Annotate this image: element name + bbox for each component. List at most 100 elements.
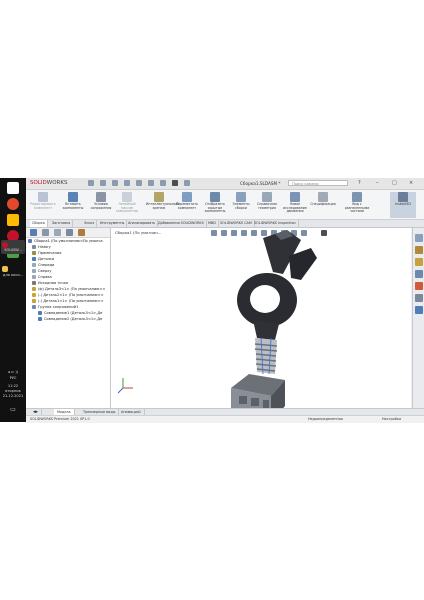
print-icon[interactable] <box>136 180 142 186</box>
screw-part[interactable] <box>254 337 278 375</box>
status-bar: SOLIDWORKS Premium 2021 SP1.0 Недоопреде… <box>26 415 424 423</box>
tab-assembly[interactable]: Сборка <box>30 220 48 227</box>
rebuild-icon[interactable] <box>172 180 178 186</box>
search-commands-input[interactable]: Поиск команд <box>288 180 348 186</box>
tree-item-right-plane[interactable]: Справа <box>32 275 52 280</box>
edit-component-button[interactable]: Редактировать компонент <box>30 192 56 218</box>
forum-icon[interactable] <box>415 306 423 314</box>
browser-icon[interactable] <box>7 198 19 210</box>
tab-inspection[interactable]: SOLIDWORKS Inspection <box>252 220 299 227</box>
assembly-icon <box>28 239 32 243</box>
tab-evaluate[interactable]: Анализировать <box>126 220 159 227</box>
exploded-view-icon <box>352 192 362 202</box>
tree-item-part3[interactable]: (ф) Деталь3<1> (По умолчанию<< <box>32 287 105 292</box>
configuration-tab-icon[interactable] <box>54 229 61 236</box>
graphics-viewport[interactable]: Сборка1 (По умолчан... <box>111 228 411 408</box>
command-tabs: Сборка Заготовка Эскиз Инструменты Анали… <box>26 220 424 228</box>
tab-cam[interactable]: SOLIDWORKS CAM <box>218 220 255 227</box>
design-library-icon[interactable] <box>415 246 423 254</box>
assembly-features-button[interactable]: Элементы сборки <box>228 192 254 218</box>
coincident-mate-icon <box>38 317 42 321</box>
tree-item-part2[interactable]: (-) Деталь2<1> (По умолчанию<< <box>32 293 104 298</box>
minimize-button[interactable]: – <box>376 180 379 186</box>
undo-icon[interactable] <box>148 180 154 186</box>
fastener-icon <box>154 192 164 202</box>
solidworks-resources-icon[interactable] <box>415 234 423 242</box>
exploded-view-button[interactable]: Вид с разнесенными частями <box>340 192 374 218</box>
mate-button[interactable]: Условия сопряжения <box>88 192 114 218</box>
feature-manager-tabs <box>26 228 110 238</box>
tree-item-annotations[interactable]: Примечания <box>32 251 61 256</box>
tab-layout[interactable]: Заготовка <box>50 220 74 227</box>
bill-of-materials-button[interactable]: Спецификация <box>310 192 336 218</box>
tree-item-front-plane[interactable]: Спереди <box>32 263 54 268</box>
save-icon[interactable] <box>124 180 130 186</box>
folder-icon <box>2 266 8 272</box>
custom-properties-icon[interactable] <box>415 294 423 302</box>
linear-pattern-button[interactable]: Линейный массив компонентов <box>114 192 140 218</box>
reference-geometry-icon <box>262 192 272 202</box>
maximize-button[interactable]: □ <box>392 180 397 186</box>
mate-icon <box>96 192 106 202</box>
select-icon[interactable] <box>160 180 166 186</box>
insert-components-button[interactable]: Вставить компоненты <box>60 192 86 218</box>
tray-icons[interactable]: ◂ ▭ )) <box>1 370 25 374</box>
tree-item-history[interactable]: History <box>32 245 51 250</box>
notification-icon[interactable]: ▭ <box>1 407 25 413</box>
show-hidden-button[interactable]: Отобразить скрытые компоненты <box>202 192 228 218</box>
clock-weekday: вторник <box>5 389 21 393</box>
mate-group-icon <box>32 305 36 309</box>
language-indicator[interactable]: РУС <box>1 376 25 380</box>
solidworks-window: SOLIDWORKS Сборка1.SLDASM * Поиск команд… <box>26 178 424 423</box>
bom-icon <box>318 192 328 202</box>
tab-addins[interactable]: Добавления SOLIDWORKS <box>156 220 207 227</box>
tab-mbd[interactable]: MBD <box>206 220 219 227</box>
clock-time[interactable]: 11:22 <box>1 384 25 388</box>
view-palette-icon[interactable] <box>415 270 423 278</box>
coincident-mate-icon <box>38 311 42 315</box>
property-manager-tab-icon[interactable] <box>42 229 49 236</box>
show-hidden-icon <box>210 192 220 202</box>
instant3d-button[interactable]: Instant3D <box>390 192 416 218</box>
tab-tools[interactable]: Инструменты <box>98 220 128 227</box>
tab-sketch[interactable]: Эскиз <box>82 220 98 227</box>
tree-item-top-plane[interactable]: Сверху <box>32 269 51 274</box>
start-icon[interactable] <box>7 182 19 194</box>
tree-item-sensors[interactable]: Датчики <box>32 257 54 262</box>
options-icon[interactable] <box>184 180 190 186</box>
file-explorer-icon[interactable] <box>7 214 19 226</box>
tree-item-mate2[interactable]: Совпадение2 (Деталь3<1>,Де <box>38 317 102 322</box>
dimxpert-tab-icon[interactable] <box>66 229 73 236</box>
plane-icon <box>32 263 36 267</box>
tree-item-part1[interactable]: (-) Деталь1<1> (По умолчанию<< <box>32 299 104 304</box>
new-document-icon[interactable] <box>100 180 106 186</box>
insert-components-icon <box>68 192 78 202</box>
display-manager-tab-icon[interactable] <box>78 229 85 236</box>
tree-item-mate-group[interactable]: Группа сопряжений1 <box>32 305 78 310</box>
appearances-icon[interactable] <box>415 282 423 290</box>
clock-date: 21.12.2021 <box>2 394 24 398</box>
new-motion-study-button[interactable]: Новое исследование движения <box>282 192 308 218</box>
tree-item-mate1[interactable]: Совпадение1 (Деталь3<1>,Де <box>38 311 102 316</box>
sensors-icon <box>32 257 36 261</box>
feature-tree-tab-icon[interactable] <box>30 229 37 236</box>
help-icon[interactable]: ? <box>358 180 361 186</box>
block-part[interactable] <box>231 374 285 408</box>
assembly-model[interactable] <box>111 228 411 408</box>
clamp-part[interactable] <box>237 230 317 340</box>
folder-task-label[interactable]: для коси... <box>1 273 25 277</box>
move-component-button[interactable]: Переместить компонент <box>174 192 200 218</box>
version-label: SOLIDWORKS Premium 2021 SP1.0 <box>30 417 90 421</box>
windows-taskbar: SOLIDW... для коси... ◂ ▭ )) РУС 11:22 в… <box>0 178 26 422</box>
editing-mode[interactable]: Настройка <box>382 416 401 423</box>
tree-item-origin[interactable]: Исходная точка <box>32 281 68 286</box>
plane-icon <box>32 275 36 279</box>
smart-fasteners-button[interactable]: Интеллектуальный крепеж <box>146 192 179 218</box>
tree-root[interactable]: Сборка1 (По умолчанию<По умолча <box>28 239 103 244</box>
file-explorer-pane-icon[interactable] <box>415 258 423 266</box>
close-button[interactable]: × <box>409 180 413 186</box>
reference-geometry-button[interactable]: Справочная геометрия <box>254 192 280 218</box>
solidworks-logo[interactable]: SOLIDWORKS <box>30 180 67 186</box>
home-icon[interactable] <box>88 180 94 186</box>
open-icon[interactable] <box>112 180 118 186</box>
